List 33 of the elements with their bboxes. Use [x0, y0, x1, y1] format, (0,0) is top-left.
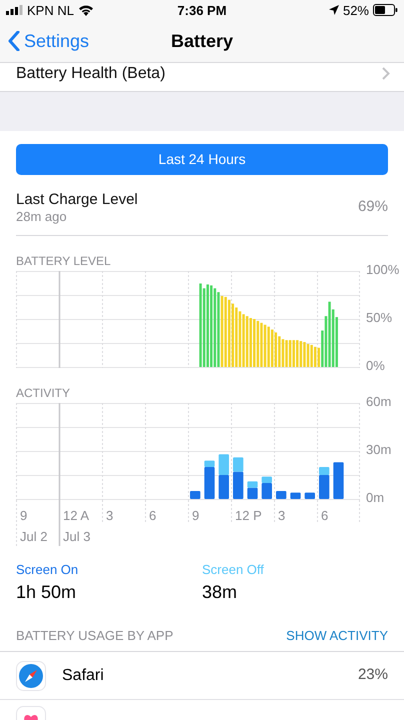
axis-label: 12 P — [235, 506, 262, 524]
axis-label: 9 — [192, 506, 200, 524]
axis-label: 0% — [366, 358, 385, 372]
nav-title: Battery — [170, 30, 234, 53]
axis-label: 9 — [20, 506, 28, 524]
charge-time: 28m ago — [16, 208, 68, 224]
app-percent: 23% — [358, 665, 388, 686]
battery-percent: 52% — [342, 2, 369, 20]
axis-label: 12 A — [63, 506, 90, 524]
summary-value: 38m — [202, 580, 238, 604]
carrier-name: KPN NL — [27, 2, 74, 20]
axis-label: 0m — [366, 490, 384, 504]
status-time: 7:36 PM — [177, 2, 227, 20]
axis-label: 3 — [278, 506, 286, 524]
summary-label: Screen Off — [202, 562, 265, 578]
summary-value: 1h 50m — [16, 580, 78, 604]
row-label: Battery Health (Beta) — [16, 66, 166, 82]
summary-label: Screen On — [16, 562, 80, 578]
date-label: Jul 3 — [63, 528, 90, 546]
axis-label: 30m — [366, 442, 392, 456]
charge-value: 69% — [358, 197, 388, 218]
axis-label: 6 — [149, 506, 156, 524]
section-header: BATTERY USAGE BY APP — [16, 626, 174, 644]
app-name: Safari — [62, 666, 104, 686]
date-label: Jul 2 — [20, 528, 48, 546]
chart-title: BATTERY LEVEL — [16, 254, 112, 268]
axis-label: 3 — [106, 506, 114, 524]
axis-label: 6 — [321, 506, 328, 524]
axis-label: 60m — [366, 394, 392, 408]
charge-label: Last Charge Level — [16, 190, 138, 208]
axis-label: 50% — [366, 310, 392, 324]
chart-title: ACTIVITY — [16, 386, 72, 400]
axis-label: 100% — [366, 262, 400, 276]
